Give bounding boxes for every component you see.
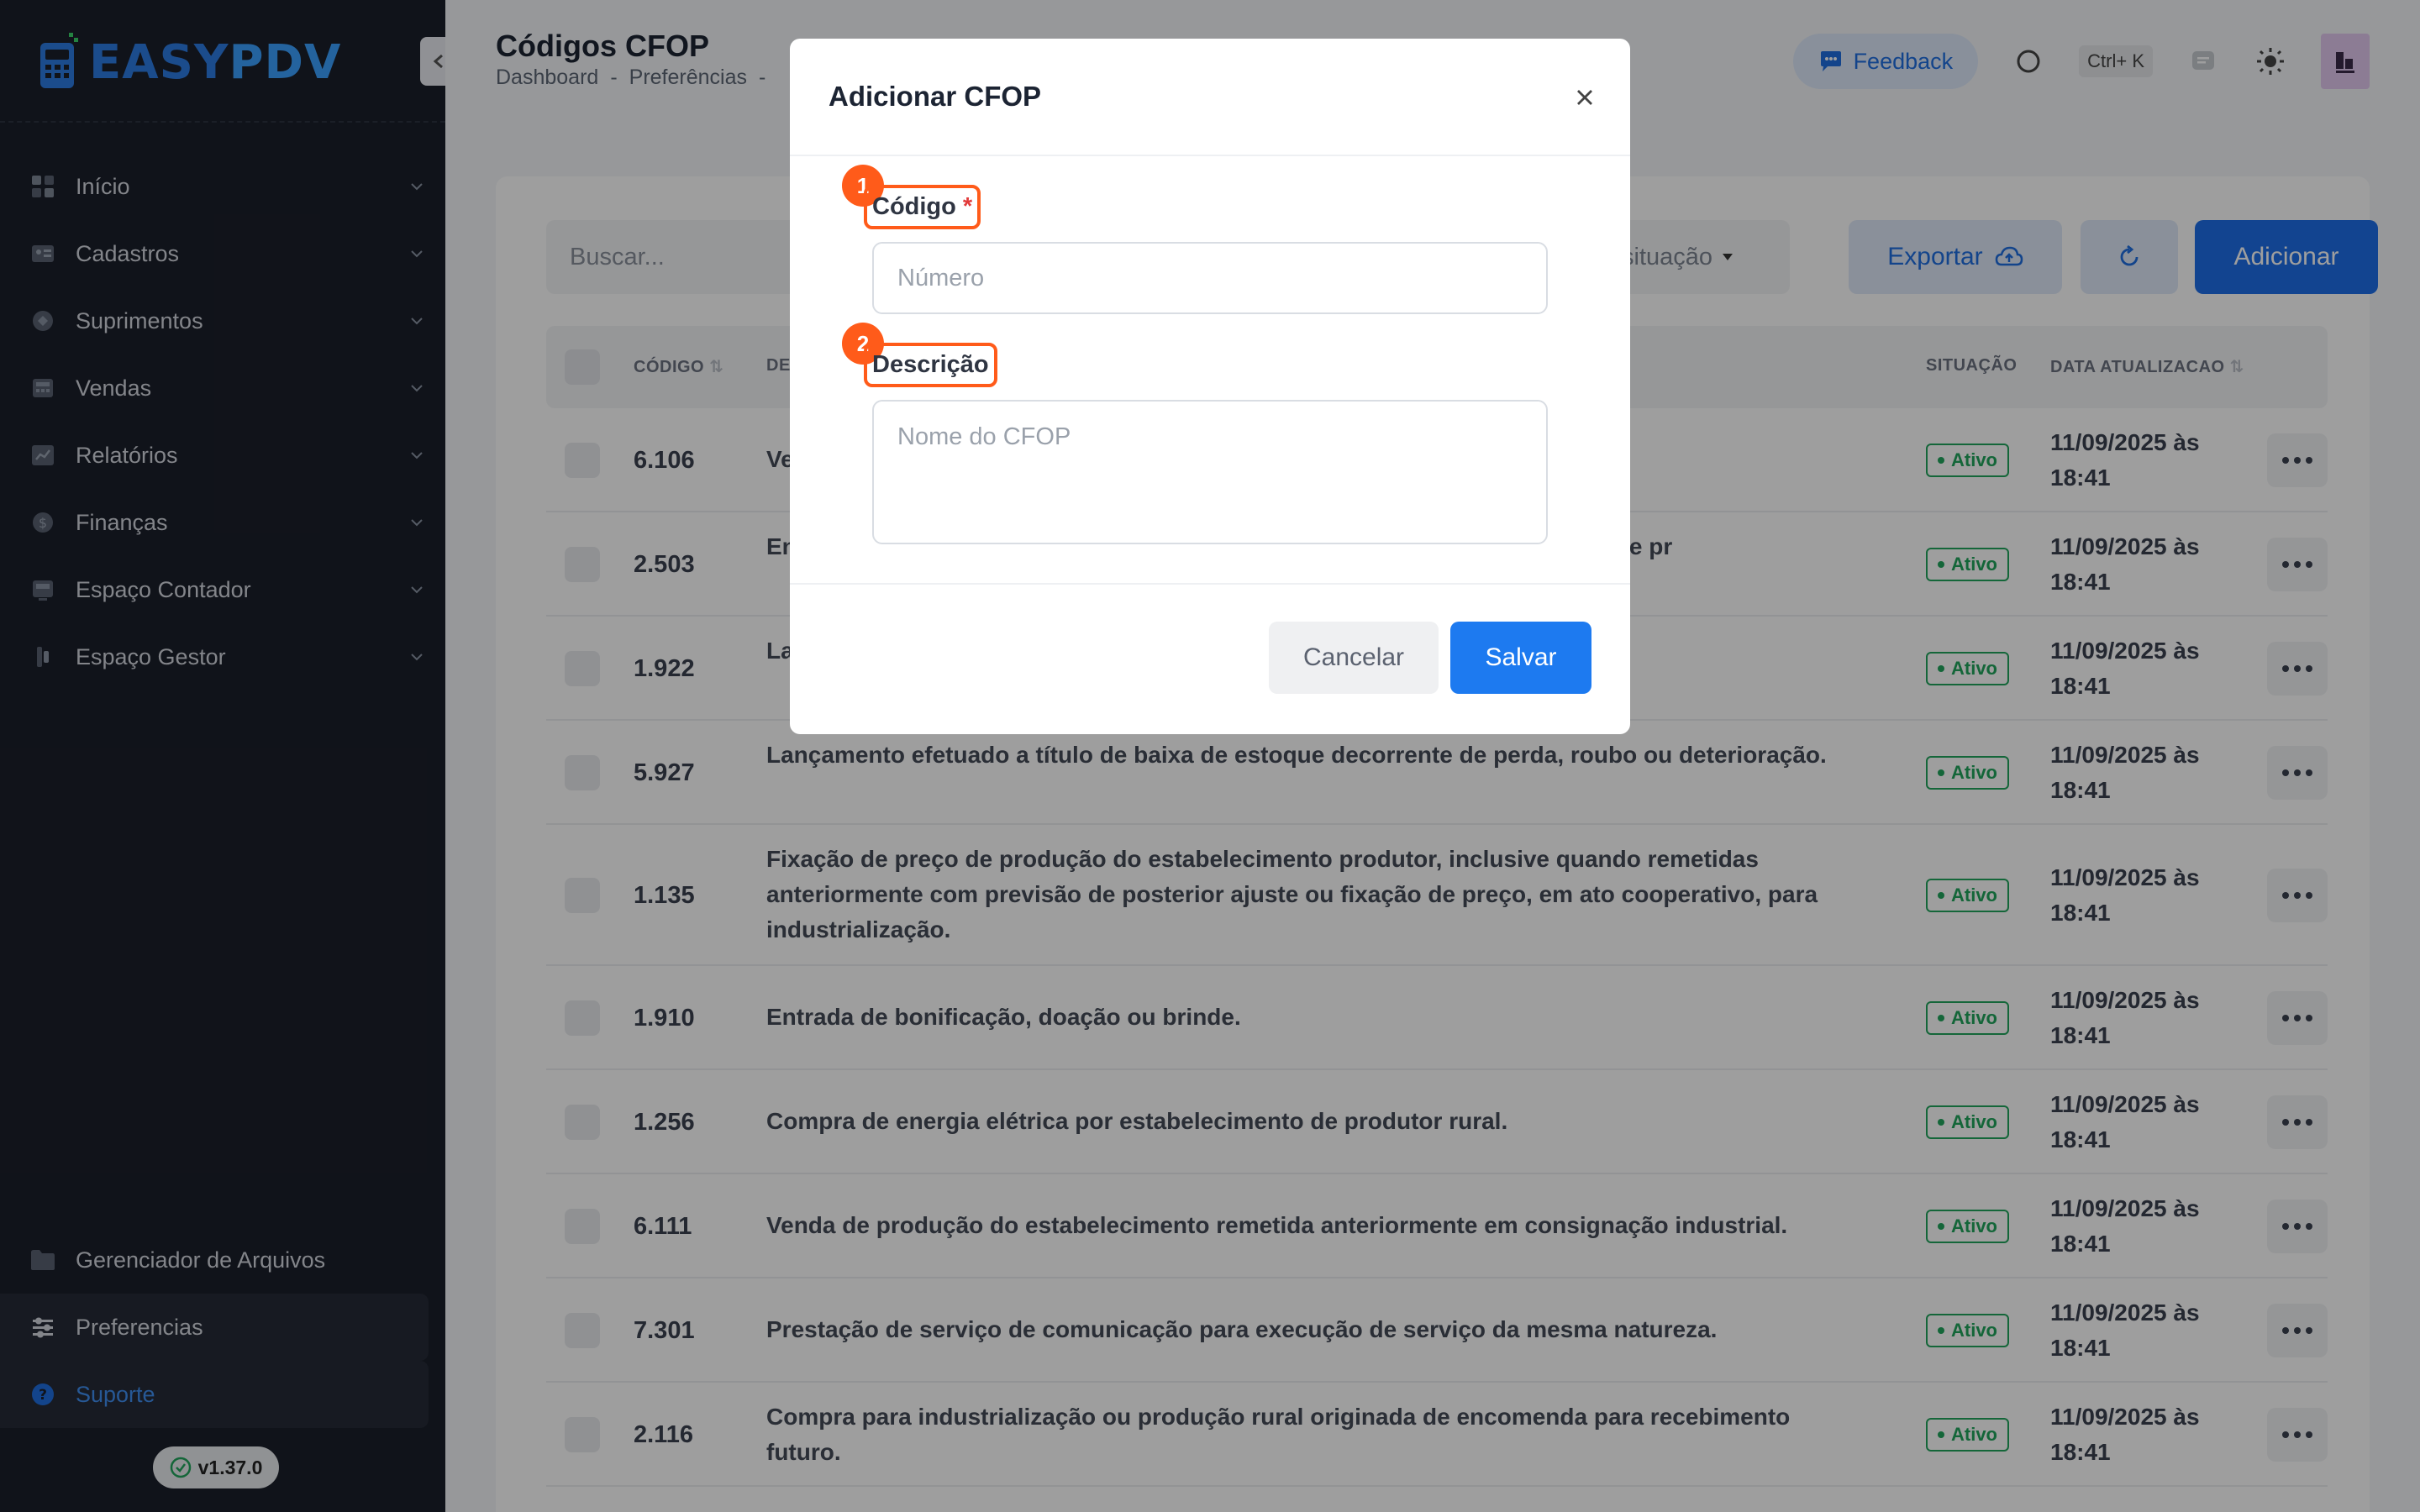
cancel-button[interactable]: Cancelar [1269,622,1439,694]
descricao-textarea[interactable] [872,400,1548,544]
codigo-label-text: Código [872,193,956,220]
descricao-label: Descrição [864,343,997,387]
codigo-input[interactable] [872,242,1548,314]
close-icon[interactable] [1570,82,1600,113]
codigo-label: Código * [864,185,981,229]
add-cfop-modal: Adicionar CFOP 1 Código * 2 Descrição Ca… [790,39,1630,734]
modal-title: Adicionar CFOP [829,81,1042,112]
required-mark: * [962,193,973,220]
save-button[interactable]: Salvar [1450,622,1591,694]
modal-header: Adicionar CFOP [790,39,1630,156]
